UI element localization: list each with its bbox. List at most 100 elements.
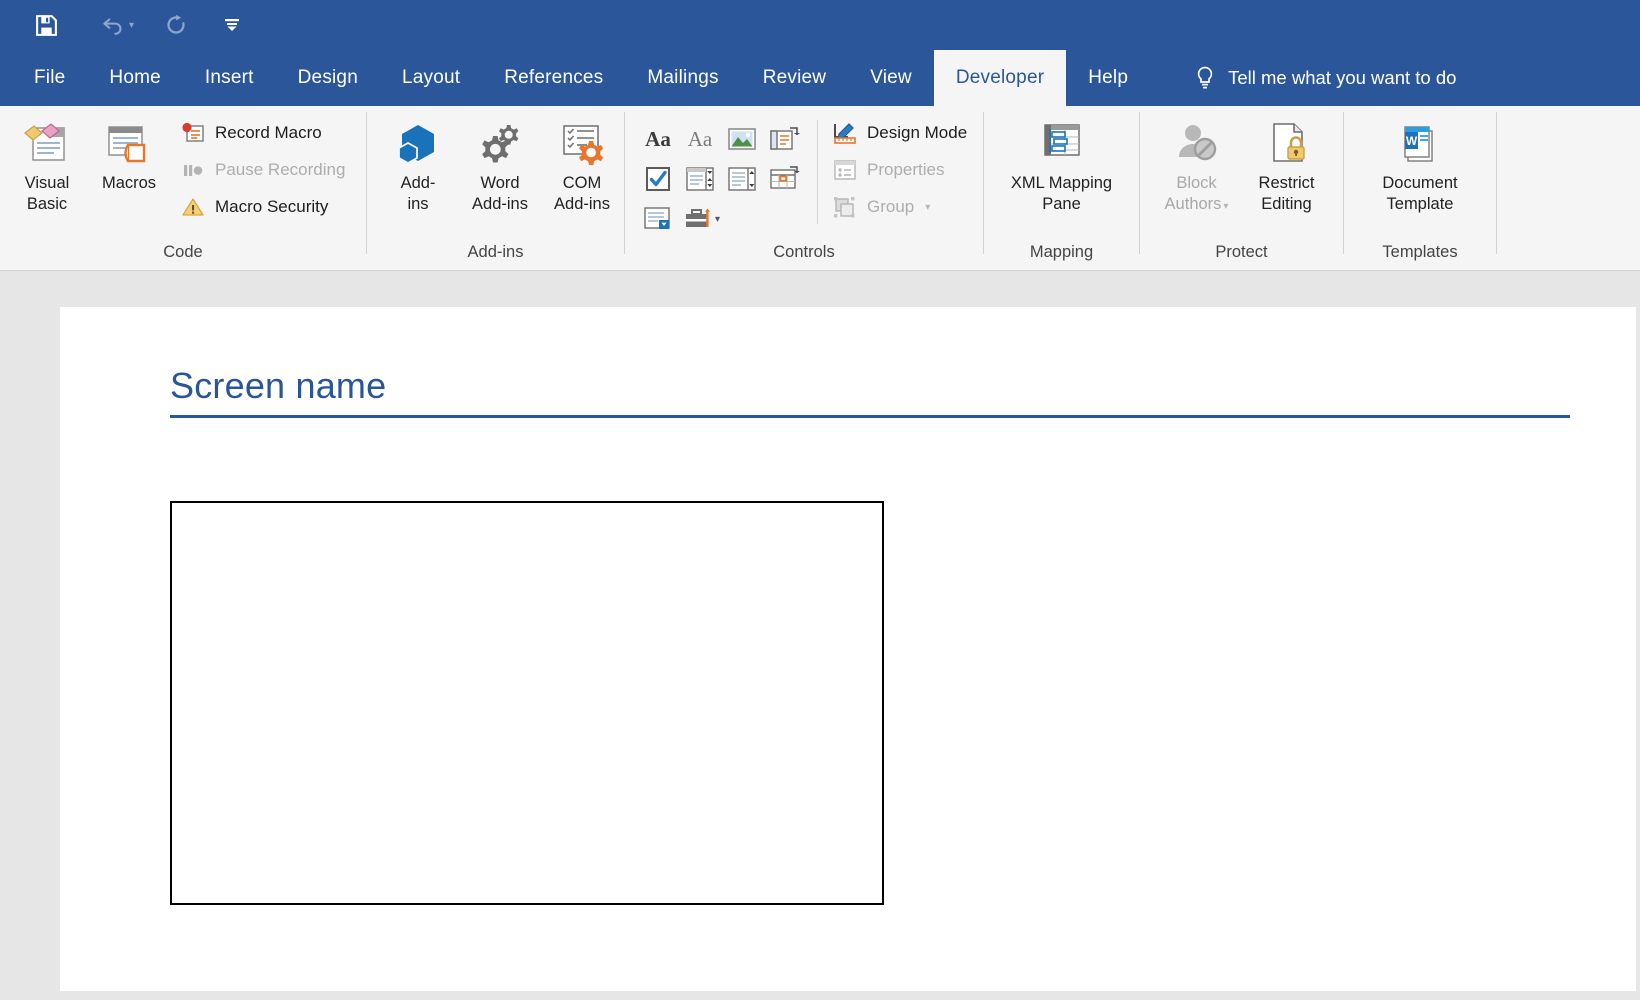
visual-basic-label-1: Visual — [25, 174, 70, 193]
aa-rich-text-icon: Aa — [641, 126, 675, 152]
document-template-label-1: Document — [1382, 174, 1457, 193]
tab-insert[interactable]: Insert — [183, 50, 276, 106]
group-label: Group — [867, 197, 914, 217]
macro-security-label: Macro Security — [215, 197, 328, 217]
tab-developer[interactable]: Developer — [934, 50, 1066, 106]
block-authors-icon — [1171, 116, 1223, 172]
tab-mailings[interactable]: Mailings — [625, 50, 740, 106]
tab-layout[interactable]: Layout — [380, 50, 482, 106]
properties-icon — [832, 158, 858, 182]
visual-basic-button[interactable]: Visual Basic — [6, 112, 88, 215]
document-canvas: Screen name — [0, 271, 1640, 1000]
tab-review[interactable]: Review — [741, 50, 849, 106]
block-authors-label-1: Block — [1176, 174, 1216, 193]
customize-qat-button[interactable] — [216, 6, 248, 44]
controls-inner-divider — [817, 120, 818, 224]
macro-security-icon — [180, 196, 206, 218]
svg-text:W: W — [1406, 134, 1418, 148]
pause-recording-label: Pause Recording — [215, 160, 345, 180]
document-template-icon: W — [1394, 116, 1446, 172]
undo-caret-icon[interactable]: ▾ — [129, 20, 134, 31]
page-title[interactable]: Screen name — [170, 365, 1570, 407]
redo-button[interactable] — [158, 6, 194, 44]
quick-access-toolbar: ▾ — [0, 0, 1640, 50]
word-add-ins-label-2: Add-ins — [472, 195, 528, 214]
ribbon-group-mapping: XML Mapping Pane Mapping — [984, 106, 1139, 270]
properties-label: Properties — [867, 160, 944, 180]
save-button[interactable] — [28, 6, 65, 44]
lightbulb-icon — [1194, 65, 1216, 91]
add-ins-icon — [392, 116, 444, 172]
redo-icon — [164, 13, 188, 37]
record-macro-icon — [180, 122, 206, 144]
ribbon-body: Visual Basic — [0, 106, 1640, 271]
group-label-mapping: Mapping — [984, 244, 1139, 271]
picture-icon — [726, 126, 758, 152]
tell-me-search[interactable]: Tell me what you want to do — [1194, 50, 1456, 106]
word-add-ins-icon — [474, 116, 526, 172]
checkbox-icon — [643, 164, 673, 194]
building-block-gallery-control-button[interactable] — [765, 120, 803, 158]
combo-box-content-control-button[interactable] — [681, 160, 719, 198]
properties-button: Properties — [832, 155, 973, 185]
heading-underline-rule — [170, 415, 1570, 418]
pause-recording-button: Pause Recording — [180, 155, 351, 185]
xml-mapping-pane-label-1: XML Mapping — [1011, 174, 1112, 193]
design-mode-icon — [832, 121, 858, 145]
ribbon-group-protect: Block Authors▾ — [1140, 106, 1343, 270]
add-ins-label-2: ins — [407, 195, 428, 214]
add-ins-button[interactable]: Add- ins — [377, 112, 459, 215]
ribbon-group-addins: Add- ins — [367, 106, 624, 270]
document-page[interactable]: Screen name — [60, 307, 1636, 991]
document-template-button[interactable]: W Document Template — [1366, 112, 1474, 215]
macros-label: Macros — [102, 174, 156, 193]
svg-text:Aa: Aa — [645, 127, 671, 151]
xml-mapping-pane-button[interactable]: XML Mapping Pane — [1008, 112, 1116, 215]
drop-down-list-icon — [726, 164, 758, 194]
date-picker-icon — [768, 164, 800, 194]
drop-down-list-content-control-button[interactable] — [723, 160, 761, 198]
check-box-content-control-button[interactable] — [639, 160, 677, 198]
legacy-tools-button[interactable]: ▾ — [681, 200, 761, 238]
plain-text-content-control-button[interactable]: Aa — [681, 120, 719, 158]
macro-security-button[interactable]: Macro Security — [180, 192, 351, 222]
group-label-controls: Controls — [625, 244, 983, 271]
undo-button[interactable]: ▾ — [95, 6, 140, 44]
tell-me-label: Tell me what you want to do — [1228, 67, 1456, 89]
repeating-section-icon — [642, 204, 674, 234]
repeating-section-content-control-button[interactable] — [639, 200, 677, 238]
block-authors-label-2: Authors▾ — [1165, 195, 1229, 214]
group-button: Group ▾ — [832, 192, 973, 222]
restrict-editing-label-1: Restrict — [1259, 174, 1315, 193]
word-add-ins-button[interactable]: Word Add-ins — [459, 112, 541, 215]
tab-view[interactable]: View — [848, 50, 934, 106]
group-label-protect: Protect — [1140, 244, 1343, 271]
restrict-editing-icon — [1261, 116, 1313, 172]
rich-text-content-control-button[interactable]: Aa — [639, 120, 677, 158]
date-picker-content-control-button[interactable] — [765, 160, 803, 198]
visual-basic-label-2: Basic — [27, 195, 67, 214]
picture-content-control-button[interactable] — [723, 120, 761, 158]
com-add-ins-label-2: Add-ins — [554, 195, 610, 214]
restrict-editing-button[interactable]: Restrict Editing — [1246, 112, 1328, 215]
pause-recording-icon — [180, 160, 206, 180]
chevron-down-icon — [222, 16, 242, 34]
tab-references[interactable]: References — [482, 50, 625, 106]
legacy-tools-caret-icon[interactable]: ▾ — [715, 214, 720, 225]
tab-home[interactable]: Home — [87, 50, 182, 106]
macros-icon — [102, 116, 156, 172]
record-macro-label: Record Macro — [215, 123, 322, 143]
com-add-ins-label-1: COM — [563, 174, 602, 193]
design-mode-button[interactable]: Design Mode — [832, 118, 973, 148]
word-add-ins-label-1: Word — [480, 174, 519, 193]
tab-file[interactable]: File — [12, 50, 87, 106]
macros-button[interactable]: Macros — [88, 112, 170, 193]
ribbon-group-code: Visual Basic — [0, 106, 366, 270]
screen-placeholder-box[interactable] — [170, 501, 884, 905]
record-macro-button[interactable]: Record Macro — [180, 118, 351, 148]
save-icon — [34, 13, 59, 38]
add-ins-label-1: Add- — [401, 174, 436, 193]
tab-design[interactable]: Design — [276, 50, 380, 106]
com-add-ins-button[interactable]: COM Add-ins — [541, 112, 623, 215]
tab-help[interactable]: Help — [1066, 50, 1150, 106]
